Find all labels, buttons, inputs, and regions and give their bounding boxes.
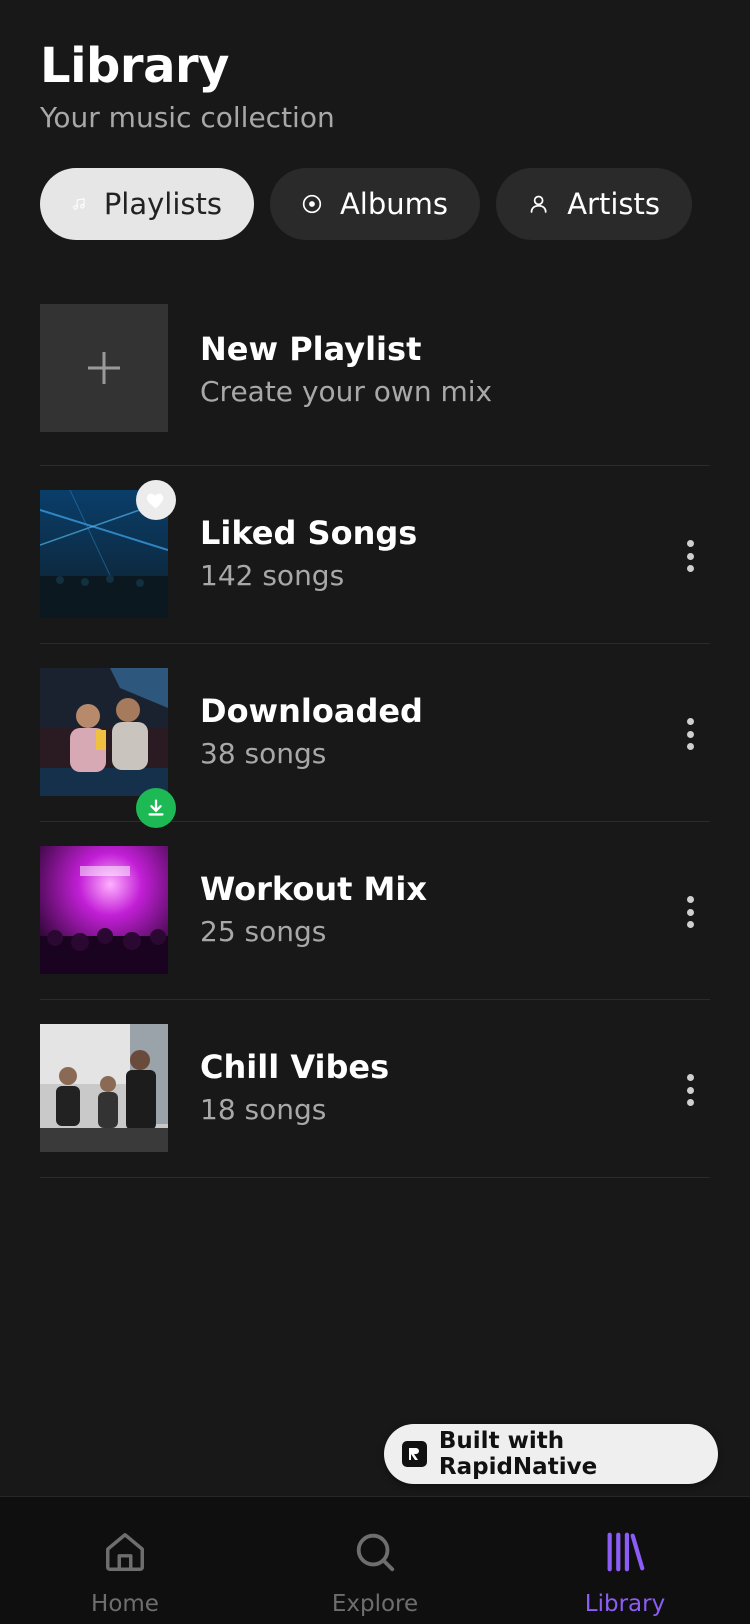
tab-label: Home: [91, 1591, 159, 1617]
page-header: Library Your music collection: [40, 38, 335, 136]
tab-label: Library: [584, 1591, 666, 1617]
row-text: Downloaded 38 songs: [200, 690, 423, 774]
bottom-tab-bar: Home Explore Library: [0, 1496, 750, 1624]
new-playlist-thumb: [40, 304, 168, 432]
chip-label: Playlists: [103, 187, 222, 221]
list-item[interactable]: Chill Vibes 18 songs: [40, 1000, 710, 1178]
tab-explore[interactable]: Explore: [300, 1529, 450, 1619]
heart-icon: [146, 493, 164, 509]
row-title: Chill Vibes: [200, 1048, 390, 1086]
chip-playlists[interactable]: Playlists: [40, 168, 254, 240]
tab-home[interactable]: Home: [50, 1529, 200, 1619]
more-options-button[interactable]: [678, 892, 702, 932]
row-subtitle: Create your own mix: [200, 375, 493, 408]
built-with-badge[interactable]: Built with RapidNative: [384, 1424, 718, 1484]
built-with-label: Built with RapidNative: [438, 1428, 598, 1480]
list-item[interactable]: Liked Songs 142 songs: [40, 466, 710, 644]
chip-albums[interactable]: Albums: [270, 168, 480, 240]
playlist-cover: [40, 846, 168, 974]
tab-library[interactable]: Library: [550, 1529, 700, 1619]
disc-icon: [302, 194, 322, 214]
rapidnative-logo-icon: [402, 1441, 427, 1467]
row-title: Liked Songs: [200, 514, 418, 552]
plus-icon: [88, 352, 120, 384]
more-options-button[interactable]: [678, 1070, 702, 1110]
music-note-icon: [73, 198, 85, 210]
list-item[interactable]: Workout Mix 25 songs: [40, 822, 710, 1000]
more-options-button[interactable]: [678, 536, 702, 576]
row-subtitle: 38 songs: [200, 737, 327, 770]
playlist-cover: [40, 1024, 168, 1152]
search-icon: [356, 1533, 395, 1572]
playlist-list: New Playlist Create your own mix Liked S…: [40, 304, 710, 1178]
download-icon: [148, 799, 164, 816]
row-title: Downloaded: [200, 692, 423, 730]
row-subtitle: 18 songs: [200, 1093, 327, 1126]
user-icon: [530, 195, 547, 213]
chip-artists[interactable]: Artists: [496, 168, 692, 240]
row-title: Workout Mix: [200, 870, 427, 908]
chip-label: Artists: [567, 187, 660, 221]
page-title: Library: [40, 38, 229, 94]
row-subtitle: 142 songs: [200, 559, 345, 592]
library-icon: [607, 1532, 645, 1572]
row-text: Workout Mix 25 songs: [200, 868, 427, 952]
more-options-button[interactable]: [678, 714, 702, 754]
list-item[interactable]: Downloaded 38 songs: [40, 644, 710, 828]
row-title: New Playlist: [200, 330, 422, 368]
chip-label: Albums: [339, 187, 448, 221]
row-text: Liked Songs 142 songs: [200, 512, 417, 596]
page-subtitle: Your music collection: [40, 101, 335, 134]
tab-label: Explore: [331, 1591, 419, 1617]
row-subtitle: 25 songs: [200, 915, 327, 948]
filter-chips: Playlists Albums Artists: [40, 168, 692, 240]
new-playlist-row[interactable]: New Playlist Create your own mix: [40, 304, 710, 466]
playlist-cover: [40, 668, 168, 796]
liked-badge: [136, 480, 176, 520]
row-text: New Playlist Create your own mix: [200, 328, 492, 412]
home-icon: [106, 1533, 144, 1571]
row-text: Chill Vibes 18 songs: [200, 1046, 389, 1130]
